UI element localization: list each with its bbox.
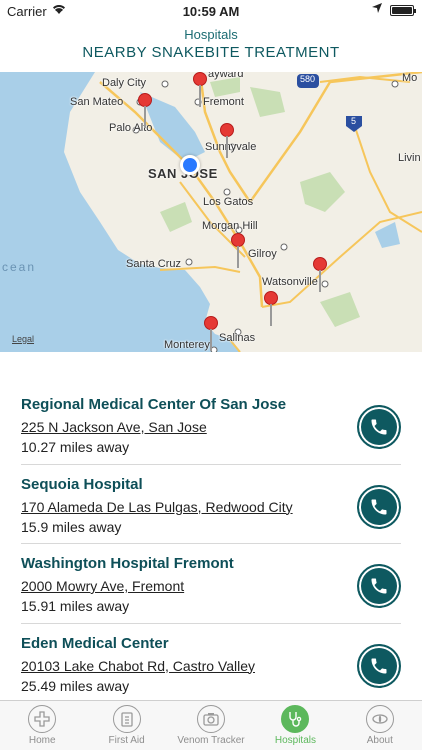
plus-circle-icon <box>28 705 57 733</box>
hospital-distance: 10.27 miles away <box>21 439 130 455</box>
clock: 10:59 AM <box>182 4 240 19</box>
tab-about[interactable]: About <box>338 701 422 750</box>
map-base <box>64 72 422 352</box>
map-label-salinas: Salinas <box>219 332 256 344</box>
call-button[interactable] <box>357 405 401 449</box>
tab-home[interactable]: Home <box>0 701 84 750</box>
tab-label: Hospitals <box>274 735 316 746</box>
hospital-map-pin[interactable] <box>264 291 278 327</box>
map-label-fremont: Fremont <box>203 96 244 108</box>
map-label-hayward: ayward <box>208 72 244 80</box>
map-legal-link[interactable]: Legal <box>12 334 34 344</box>
hospital-address-link[interactable]: 170 Alameda De Las Pulgas, Redwood City <box>21 499 401 515</box>
map-label-los-gatos: Los Gatos <box>203 196 254 208</box>
hospital-map-pin[interactable] <box>193 72 207 108</box>
hospital-distance: 15.91 miles away <box>21 598 130 614</box>
hospital-name: Sequoia Hospital <box>21 475 143 493</box>
tab-hospitals[interactable]: Hospitals <box>253 701 337 750</box>
map-label-gilroy: Gilroy <box>248 248 277 260</box>
hospital-map[interactable]: Daly City ayward San Mateo Fremont Palo … <box>0 72 422 352</box>
list-item[interactable]: Eden Medical Center 20103 Lake Chabot Rd… <box>21 624 401 704</box>
stethoscope-icon <box>281 705 310 733</box>
tab-first-aid[interactable]: First Aid <box>84 701 168 750</box>
hospital-name: Washington Hospital Fremont <box>21 555 234 572</box>
call-button[interactable] <box>357 643 401 688</box>
phone-icon <box>371 499 387 514</box>
section-label: Hospitals <box>184 27 238 42</box>
status-bar: Carrier 10:59 AM <box>0 0 422 22</box>
current-location-dot <box>180 155 200 175</box>
map-label-santa-cruz: Santa Cruz <box>126 258 182 270</box>
list-item[interactable]: Regional Medical Center Of San Jose 225 … <box>21 385 401 465</box>
map-label-livin: Livin <box>398 152 421 164</box>
battery-icon <box>390 5 416 16</box>
list-item[interactable]: Sequoia Hospital 170 Alameda De Las Pulg… <box>21 465 401 544</box>
map-label-mo: Mo <box>402 72 418 84</box>
hospital-map-pin[interactable] <box>220 123 234 159</box>
hospital-map-pin[interactable] <box>231 233 245 269</box>
phone-icon <box>371 658 387 673</box>
map-label-monterey: Monterey <box>164 339 210 351</box>
hospital-map-pin[interactable] <box>204 316 218 352</box>
tab-label: Venom Tracker <box>177 735 245 746</box>
map-label-morgan-hill: Morgan Hill <box>202 220 258 232</box>
phone-icon <box>371 419 387 435</box>
call-button[interactable] <box>357 484 401 529</box>
map-label-ocean: cean <box>2 260 37 274</box>
hospital-distance: 25.49 miles away <box>21 677 130 694</box>
map-label-san-mateo: San Mateo <box>70 96 124 108</box>
snake-eye-icon <box>365 705 394 733</box>
hospital-map-pin[interactable] <box>313 257 327 293</box>
phone-icon <box>371 578 387 594</box>
hospital-address-link[interactable]: 2000 Mowry Ave, Fremont <box>21 578 401 594</box>
tab-bar: Home First Aid Venom Tracker Hospitals A… <box>0 700 422 750</box>
nav-header: Hospitals NEARBY SNAKEBITE TREATMENT <box>0 22 422 72</box>
hospital-name: Regional Medical Center Of San Jose <box>21 396 287 413</box>
hospital-address-link[interactable]: 20103 Lake Chabot Rd, Castro Valley <box>21 658 401 674</box>
tab-label: About <box>366 735 393 746</box>
tab-label: First Aid <box>108 735 145 746</box>
hospital-name: Eden Medical Center <box>21 634 169 652</box>
tab-venom-tracker[interactable]: Venom Tracker <box>169 701 253 750</box>
call-button[interactable] <box>357 564 401 608</box>
interstate-580-shield: 580 <box>300 74 316 84</box>
map-label-daly-city: Daly City <box>102 77 147 89</box>
interstate-5-shield: 5 <box>351 116 357 126</box>
hospital-list: Regional Medical Center Of San Jose 225 … <box>0 385 422 703</box>
map-label-watsonville: Watsonville <box>262 276 318 288</box>
clipboard-icon <box>112 705 141 733</box>
camera-icon <box>197 705 226 733</box>
hospital-address-link[interactable]: 225 N Jackson Ave, San Jose <box>21 419 401 435</box>
hospital-distance: 15.9 miles away <box>21 518 122 535</box>
location-arrow-icon <box>372 3 382 16</box>
tab-label: Home <box>28 735 56 746</box>
page-title: NEARBY SNAKEBITE TREATMENT <box>82 44 340 61</box>
list-item[interactable]: Washington Hospital Fremont 2000 Mowry A… <box>21 544 401 624</box>
hospital-map-pin[interactable] <box>138 93 152 129</box>
